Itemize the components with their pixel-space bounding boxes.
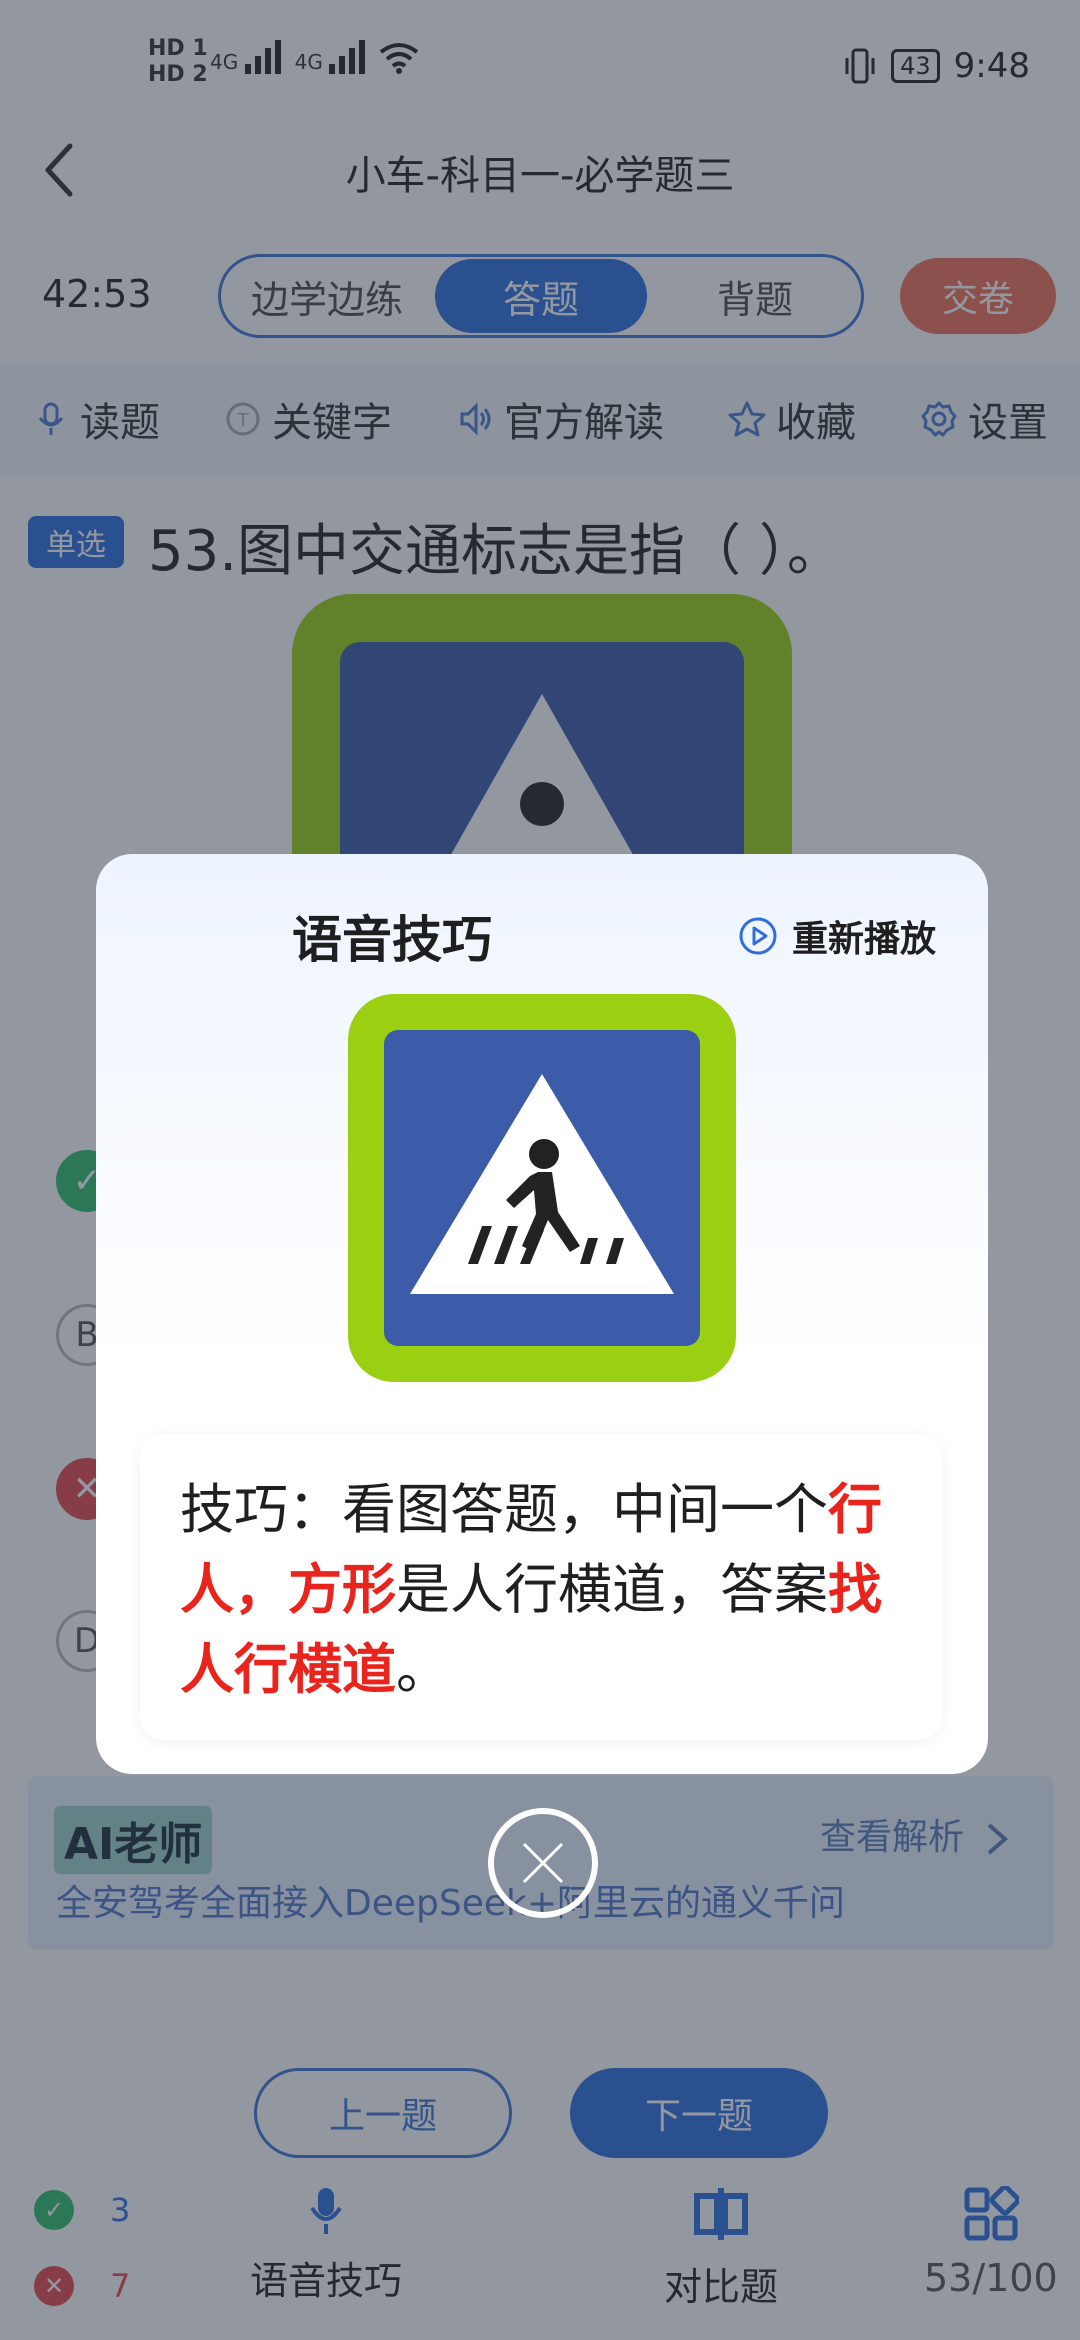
play-circle-icon	[739, 917, 777, 955]
close-icon	[522, 1842, 564, 1884]
tip-text: 技巧：看图答题，中间一个行人，方形是人行横道，答案找人行横道。	[180, 1478, 882, 1701]
close-dialog-button[interactable]	[488, 1808, 598, 1918]
crosswalk-sign-image	[348, 994, 736, 1382]
dialog-title: 语音技巧	[292, 911, 492, 969]
replay-button[interactable]: 重新播放	[738, 910, 936, 962]
